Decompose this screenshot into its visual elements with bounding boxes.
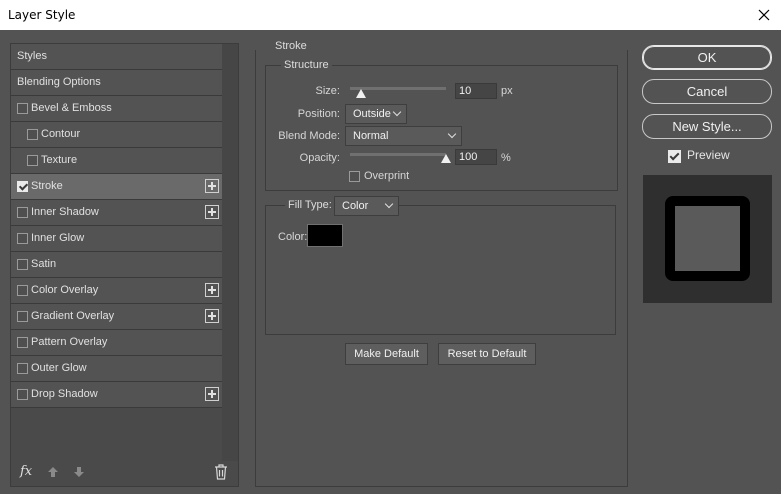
preview-label: Preview — [687, 148, 730, 162]
stroke-color-swatch[interactable] — [307, 224, 343, 247]
add-style-icon[interactable] — [205, 387, 219, 401]
size-label: Size: — [315, 85, 340, 97]
style-item-label: Outer Glow — [31, 362, 87, 374]
styles-panel: Styles Blending Options Bevel & Emboss Cont… — [10, 43, 239, 487]
style-item-label: Texture — [41, 154, 78, 166]
style-item-label: Stroke — [31, 180, 63, 192]
style-item-inner-shadow[interactable]: Inner Shadow — [11, 200, 223, 226]
style-checkbox[interactable] — [17, 259, 28, 270]
fill-type-label: Fill Type: — [285, 199, 335, 211]
move-up-icon[interactable] — [47, 466, 59, 478]
style-item-label: Blending Options — [17, 76, 101, 88]
style-item-label: Contour — [41, 128, 81, 140]
opacity-slider[interactable] — [350, 153, 446, 156]
style-item-stroke[interactable]: Stroke — [11, 174, 223, 200]
overprint-checkbox[interactable] — [349, 171, 360, 182]
styles-scrollbar[interactable] — [222, 44, 238, 461]
make-default-button[interactable]: Make Default — [345, 343, 428, 365]
style-item-satin[interactable]: Satin — [11, 252, 223, 278]
move-down-icon[interactable] — [73, 466, 85, 478]
fill-type-dropdown[interactable]: Color — [334, 196, 399, 216]
style-item-label: Satin — [31, 258, 57, 270]
style-item-label: Color Overlay — [31, 284, 99, 296]
size-slider-thumb[interactable] — [355, 89, 366, 98]
style-item-label: Inner Glow — [31, 232, 85, 244]
size-unit: px — [501, 85, 513, 97]
cancel-button[interactable]: Cancel — [642, 79, 772, 104]
add-style-icon[interactable] — [205, 309, 219, 323]
style-item-blending-options[interactable]: Blending Options — [11, 70, 223, 96]
add-style-icon[interactable] — [205, 283, 219, 297]
style-item-bevel-emboss[interactable]: Bevel & Emboss — [11, 96, 223, 122]
styles-footer: fx — [11, 460, 238, 486]
reset-to-default-button[interactable]: Reset to Default — [438, 343, 536, 365]
opacity-unit: % — [501, 152, 511, 164]
opacity-label: Opacity: — [299, 152, 340, 164]
blend-mode-dropdown[interactable]: Normal — [345, 126, 462, 146]
style-item-label: Inner Shadow — [31, 206, 99, 218]
style-item-texture[interactable]: Texture — [11, 148, 223, 174]
style-checkbox[interactable] — [17, 311, 28, 322]
size-input[interactable]: 10 — [455, 83, 497, 99]
add-style-icon[interactable] — [205, 205, 219, 219]
preview-shape — [665, 196, 750, 281]
style-checkbox[interactable] — [17, 389, 28, 400]
color-label: Color: — [278, 231, 308, 243]
style-item-label: Gradient Overlay — [31, 310, 115, 322]
style-checkbox[interactable] — [17, 233, 28, 244]
stroke-group-title: Stroke — [272, 40, 310, 52]
style-checkbox[interactable] — [17, 103, 28, 114]
style-list: Styles Blending Options Bevel & Emboss Cont… — [11, 44, 223, 408]
trash-icon[interactable] — [214, 464, 228, 480]
style-item-gradient-overlay[interactable]: Gradient Overlay — [11, 304, 223, 330]
blend-mode-label: Blend Mode: — [278, 130, 340, 142]
title-bar: Layer Style — [0, 0, 781, 30]
style-item-color-overlay[interactable]: Color Overlay — [11, 278, 223, 304]
style-item-pattern-overlay[interactable]: Pattern Overlay — [11, 330, 223, 356]
style-checkbox[interactable] — [17, 337, 28, 348]
style-item-inner-glow[interactable]: Inner Glow — [11, 226, 223, 252]
style-checkbox[interactable] — [27, 155, 38, 166]
chevron-down-icon — [392, 107, 402, 117]
style-item-label: Bevel & Emboss — [31, 102, 112, 114]
style-item-label: Drop Shadow — [31, 388, 98, 400]
position-label: Position: — [297, 108, 340, 120]
style-item-drop-shadow[interactable]: Drop Shadow — [11, 382, 223, 408]
window-title: Layer Style — [8, 8, 76, 22]
opacity-slider-thumb[interactable] — [441, 154, 451, 163]
style-item-contour[interactable]: Contour — [11, 122, 223, 148]
preview-checkbox[interactable] — [668, 150, 681, 163]
style-checkbox[interactable] — [17, 363, 28, 374]
position-dropdown[interactable]: Outside — [345, 104, 407, 124]
style-item-label: Styles — [17, 50, 47, 62]
chevron-down-icon — [447, 129, 457, 139]
chevron-down-icon — [384, 199, 394, 209]
close-icon[interactable] — [753, 4, 775, 26]
overprint-label: Overprint — [364, 170, 410, 182]
fx-icon[interactable]: fx — [20, 464, 32, 479]
style-checkbox[interactable] — [17, 285, 28, 296]
style-checkbox[interactable] — [17, 207, 28, 218]
style-item-styles[interactable]: Styles — [11, 44, 223, 70]
new-style-button[interactable]: New Style... — [642, 114, 772, 139]
add-style-icon[interactable] — [205, 179, 219, 193]
style-item-label: Pattern Overlay — [31, 336, 108, 348]
fill-type-value: Color — [342, 200, 369, 212]
opacity-input[interactable]: 100 — [455, 149, 497, 165]
style-checkbox[interactable] — [17, 181, 28, 192]
structure-title: Structure — [281, 59, 332, 71]
position-value: Outside — [353, 108, 391, 120]
style-item-outer-glow[interactable]: Outer Glow — [11, 356, 223, 382]
style-checkbox[interactable] — [27, 129, 38, 140]
blend-mode-value: Normal — [353, 130, 389, 142]
ok-button[interactable]: OK — [642, 45, 772, 70]
preview-thumbnail — [643, 175, 772, 303]
